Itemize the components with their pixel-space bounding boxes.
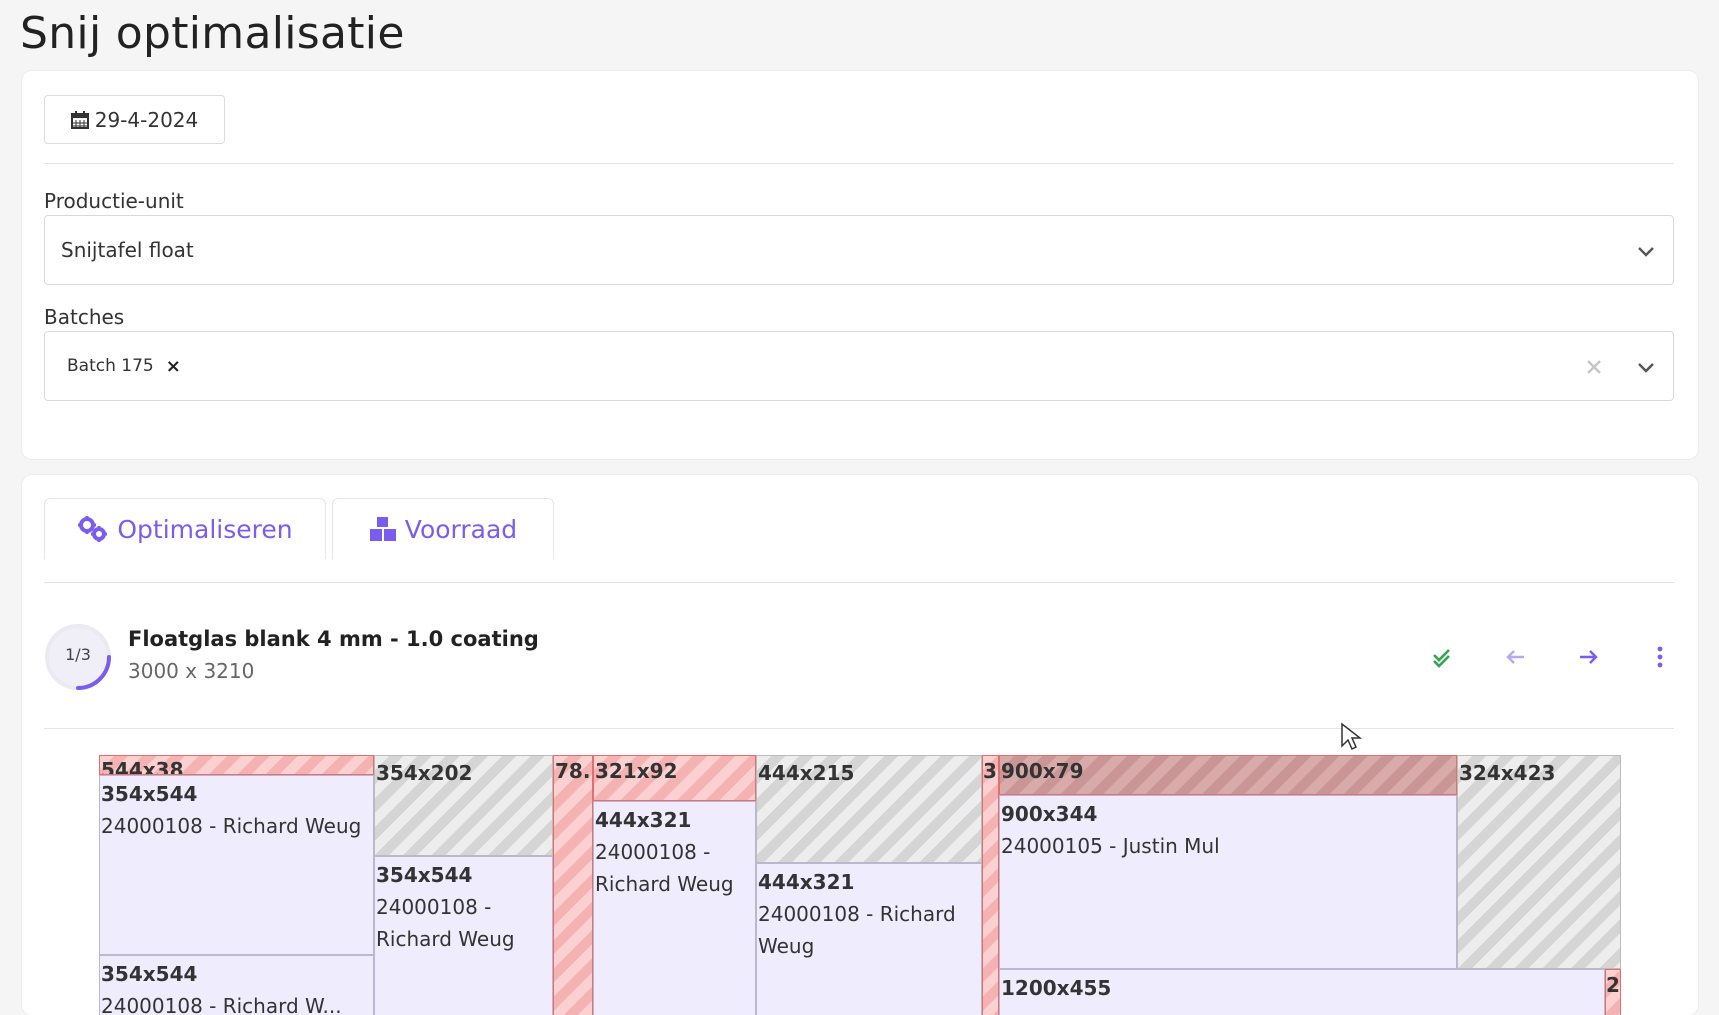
production-unit-value: Snijtafel float — [61, 238, 194, 262]
waste-strip: 321x92 — [593, 755, 756, 801]
batch-tag: Batch 175 × — [67, 353, 181, 379]
piece-dims: 900x344 — [1001, 802, 1098, 826]
cut-piece[interactable]: 1200x455 — [999, 969, 1605, 1015]
progress-text: 1/3 — [65, 645, 91, 664]
cut-piece[interactable]: 900x344 24000105 - Justin Mul — [999, 795, 1457, 969]
piece-dims: 444x321 — [758, 870, 855, 894]
filter-card: 29-4-2024 Productie-unit Snijtafel float… — [22, 71, 1698, 459]
divider — [44, 582, 1674, 583]
chevron-down-icon[interactable] — [1635, 356, 1657, 378]
cut-piece[interactable]: 444x321 24000108 - Richard Weug — [593, 801, 756, 1015]
waste-strip: 78... — [553, 755, 593, 1015]
calendar-icon — [70, 110, 89, 129]
sheet-dimensions: 3000 x 3210 — [128, 659, 255, 683]
mouse-cursor-icon — [1341, 722, 1362, 751]
cut-piece[interactable]: 354x544 24000108 - Richard Weug — [374, 856, 553, 1015]
boxes-icon — [369, 517, 396, 541]
waste-strip: 544x38 — [99, 755, 374, 775]
check-double-icon[interactable] — [1430, 643, 1458, 671]
batches-select[interactable]: Batch 175 × — [44, 331, 1674, 401]
waste-strip-selected: 900x79 — [999, 755, 1457, 795]
batch-tag-label: Batch 175 — [67, 356, 154, 376]
piece-dims: 354x544 — [101, 782, 198, 806]
piece-label: 24000105 - Justin Mul — [1001, 834, 1220, 858]
more-vertical-icon[interactable] — [1646, 643, 1674, 671]
production-unit-label: Productie-unit — [44, 189, 184, 213]
sheet-header: 1/3 Floatglas blank 4 mm - 1.0 coating 3… — [44, 623, 1674, 695]
piece-label: 24000108 - Richard Weug — [595, 840, 734, 896]
production-unit-select[interactable]: Snijtafel float — [44, 215, 1674, 285]
cut-piece[interactable]: 444x321 24000108 - Richard Weug — [756, 863, 982, 1015]
date-picker-button[interactable]: 29-4-2024 — [44, 95, 225, 144]
piece-label: 24000108 - Richard Weug — [376, 895, 515, 951]
waste-area: 324x423 — [1457, 755, 1621, 969]
divider — [44, 163, 1674, 164]
piece-dims: 354x544 — [101, 962, 198, 986]
piece-dims: 354x544 — [376, 863, 473, 887]
waste-strip-label: 544x38 — [101, 758, 184, 775]
waste-label: 324x423 — [1459, 761, 1556, 785]
waste-area: 354x202 — [374, 755, 553, 856]
page-title: Snij optimalisatie — [20, 8, 405, 59]
optimization-card: Optimaliseren Voorraad 1/3 Floatglas bla… — [22, 475, 1698, 1015]
cut-piece[interactable]: 354x544 24000108 - Richard Weug — [99, 775, 374, 955]
waste-strip: 2 — [1605, 969, 1621, 1015]
cut-piece[interactable]: 354x544 24000108 - Richard W... — [99, 955, 374, 1015]
waste-label: 354x202 — [376, 761, 473, 785]
batch-tag-remove-icon[interactable]: × — [166, 356, 181, 377]
piece-label: 24000108 - Richard W... — [101, 994, 342, 1015]
divider — [44, 728, 1674, 729]
tab-optimaliseren[interactable]: Optimaliseren — [44, 498, 326, 559]
chevron-down-icon[interactable] — [1635, 240, 1657, 262]
waste-strip-label: 78... — [555, 759, 592, 783]
piece-label: 24000108 - Richard Weug — [101, 814, 362, 838]
tab-voorraad-label: Voorraad — [404, 514, 518, 544]
date-value: 29-4-2024 — [94, 107, 199, 132]
tab-voorraad[interactable]: Voorraad — [332, 498, 554, 559]
sheet-title: Floatglas blank 4 mm - 1.0 coating — [128, 627, 539, 651]
tab-optimaliseren-label: Optimaliseren — [117, 514, 293, 544]
waste-strip-label: 900x79 — [1001, 759, 1084, 783]
waste-strip-label: 2 — [1606, 973, 1620, 997]
waste-strip-label: 321x92 — [595, 759, 678, 783]
piece-dims: 1200x455 — [1001, 976, 1112, 1000]
arrow-left-icon[interactable] — [1502, 643, 1530, 671]
piece-label: 24000108 - Richard Weug — [758, 902, 956, 958]
waste-area: 444x215 — [756, 755, 982, 863]
cutting-layout: 544x38 354x544 24000108 - Richard Weug 3… — [99, 755, 1621, 1015]
gears-icon — [78, 516, 108, 542]
clear-icon[interactable] — [1583, 356, 1605, 378]
waste-strip-label: 3 — [983, 759, 997, 783]
piece-dims: 444x321 — [595, 808, 692, 832]
waste-strip: 3 — [982, 755, 999, 1015]
batches-label: Batches — [44, 305, 125, 329]
arrow-right-icon[interactable] — [1574, 643, 1602, 671]
waste-label: 444x215 — [758, 761, 855, 785]
